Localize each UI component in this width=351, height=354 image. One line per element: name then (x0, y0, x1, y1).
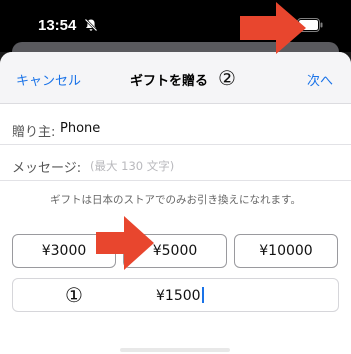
custom-amount-input[interactable]: ¥1500 (156, 287, 204, 304)
from-row[interactable]: 贈り主: Phone (0, 113, 351, 145)
gift-sheet: キャンセル ギフトを贈る ② 次へ 贈り主: Phone メッセージ: (最大 … (0, 52, 351, 354)
text-cursor (201, 287, 204, 303)
from-field[interactable]: Phone (60, 121, 100, 136)
page-title: ギフトを贈る (130, 74, 209, 89)
from-label: 贈り主: (12, 125, 56, 140)
status-time: 13:54 (38, 17, 77, 34)
custom-amount-value: ¥1500 (156, 288, 201, 304)
home-indicator (120, 348, 230, 352)
store-note: ギフトは日本のストアでのみお引き換えになれます。 (50, 194, 301, 206)
arrow-right-icon (240, 2, 306, 54)
step-marker-1: ① (65, 283, 83, 307)
nav-bar: キャンセル ギフトを贈る ② 次へ (0, 52, 351, 104)
amount-button-10000[interactable]: ¥10000 (234, 234, 338, 268)
arrow-right-icon (96, 216, 154, 270)
message-row[interactable]: メッセージ: (最大 130 文字) (0, 149, 351, 181)
step-marker-2: ② (218, 66, 236, 90)
custom-amount-field[interactable]: ① ¥1500 (12, 278, 339, 312)
next-button[interactable]: 次へ (307, 70, 333, 89)
cancel-button[interactable]: キャンセル (16, 70, 81, 89)
message-field[interactable]: (最大 130 文字) (90, 158, 174, 174)
bell-slash-icon (84, 18, 98, 32)
message-label: メッセージ: (12, 161, 82, 176)
